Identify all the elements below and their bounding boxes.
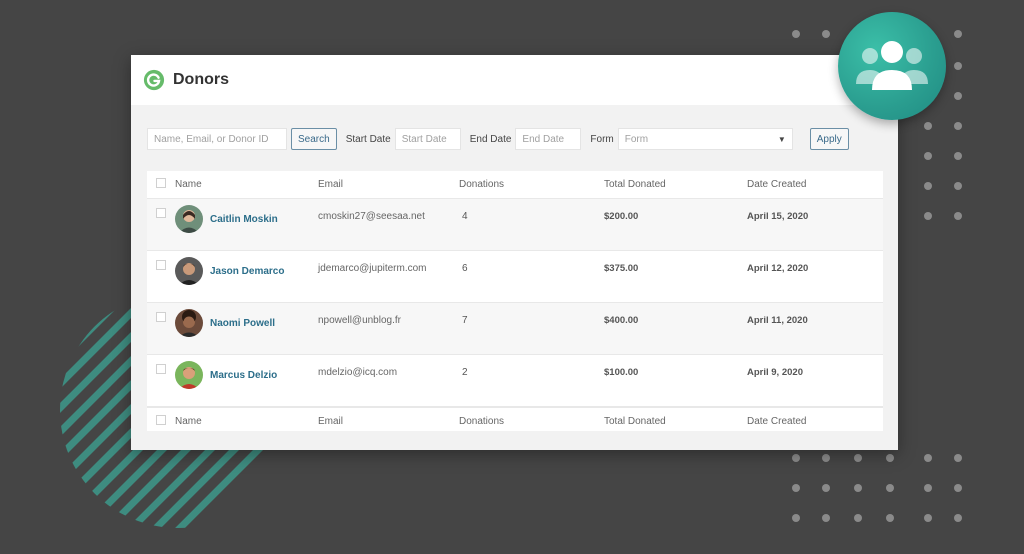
form-select[interactable]: Form ▼	[617, 128, 793, 150]
row-checkbox[interactable]	[156, 312, 166, 322]
form-select-placeholder: Form	[624, 133, 649, 145]
donor-email: mdelzio@icq.com	[318, 367, 398, 378]
donors-table: Name Email Donations Total Donated Date …	[147, 171, 883, 431]
table-row: Naomi Powell npowell@unblog.fr 7 $400.00…	[147, 303, 883, 355]
column-header-total[interactable]: Total Donated	[604, 179, 747, 190]
donor-total: $100.00	[604, 367, 639, 378]
donor-date: April 9, 2020	[747, 367, 803, 378]
search-input[interactable]	[147, 128, 287, 150]
column-footer-total[interactable]: Total Donated	[604, 416, 747, 427]
row-checkbox[interactable]	[156, 364, 166, 374]
start-date-label: Start Date	[345, 133, 391, 145]
donor-date: April 15, 2020	[747, 211, 809, 222]
donor-donations: 4	[462, 211, 468, 222]
users-group-icon	[856, 41, 928, 90]
table-footer-row: Name Email Donations Total Donated Date …	[147, 407, 883, 434]
caret-down-icon: ▼	[777, 134, 786, 144]
donor-email: cmoskin27@seesaa.net	[318, 211, 425, 222]
row-checkbox[interactable]	[156, 260, 166, 270]
end-date-label: End Date	[469, 133, 512, 145]
table-header-row: Name Email Donations Total Donated Date …	[147, 171, 883, 199]
column-footer-donations[interactable]: Donations	[459, 416, 604, 427]
donor-total: $400.00	[604, 315, 639, 326]
form-label: Form	[590, 133, 614, 145]
avatar	[175, 257, 203, 285]
column-header-donations[interactable]: Donations	[459, 179, 604, 190]
donor-date: April 12, 2020	[747, 263, 809, 274]
donor-donations: 6	[462, 263, 468, 274]
dot-grid-decoration-bottom	[792, 454, 962, 522]
column-footer-email[interactable]: Email	[318, 416, 459, 427]
end-date-input[interactable]	[515, 128, 582, 150]
column-header-email[interactable]: Email	[318, 179, 459, 190]
givewp-logo-icon	[143, 69, 165, 91]
search-button[interactable]: Search	[291, 128, 337, 150]
filter-bar: Search Start Date End Date Form Form ▼ A…	[147, 121, 882, 157]
avatar	[175, 309, 203, 337]
table-row: Marcus Delzio mdelzio@icq.com 2 $100.00 …	[147, 355, 883, 407]
row-checkbox[interactable]	[156, 208, 166, 218]
donor-email: npowell@unblog.fr	[318, 315, 401, 326]
donors-window: Donors Search Start Date End Date Form F…	[131, 55, 898, 450]
select-all-checkbox-footer[interactable]	[156, 414, 166, 425]
select-all-checkbox[interactable]	[156, 178, 166, 188]
avatar	[175, 205, 203, 233]
donor-total: $375.00	[604, 263, 639, 274]
avatar	[175, 361, 203, 389]
donor-name-link[interactable]: Caitlin Moskin	[210, 214, 278, 225]
donor-name-link[interactable]: Marcus Delzio	[210, 370, 277, 381]
donor-total: $200.00	[604, 211, 639, 222]
donor-email: jdemarco@jupiterm.com	[318, 263, 427, 274]
column-footer-date[interactable]: Date Created	[747, 416, 877, 427]
table-row: Jason Demarco jdemarco@jupiterm.com 6 $3…	[147, 251, 883, 303]
donor-date: April 11, 2020	[747, 315, 808, 326]
donor-donations: 2	[462, 367, 468, 378]
donor-donations: 7	[462, 315, 468, 326]
donors-badge	[838, 12, 946, 120]
start-date-input[interactable]	[394, 128, 461, 150]
donor-name-link[interactable]: Naomi Powell	[210, 318, 275, 329]
column-header-name[interactable]: Name	[175, 179, 318, 190]
apply-button[interactable]: Apply	[809, 128, 849, 150]
column-header-date[interactable]: Date Created	[747, 179, 877, 190]
table-row: Caitlin Moskin cmoskin27@seesaa.net 4 $2…	[147, 199, 883, 251]
column-footer-name[interactable]: Name	[175, 416, 318, 427]
window-header: Donors	[131, 55, 898, 105]
page-title: Donors	[173, 71, 229, 88]
donor-name-link[interactable]: Jason Demarco	[210, 266, 284, 277]
